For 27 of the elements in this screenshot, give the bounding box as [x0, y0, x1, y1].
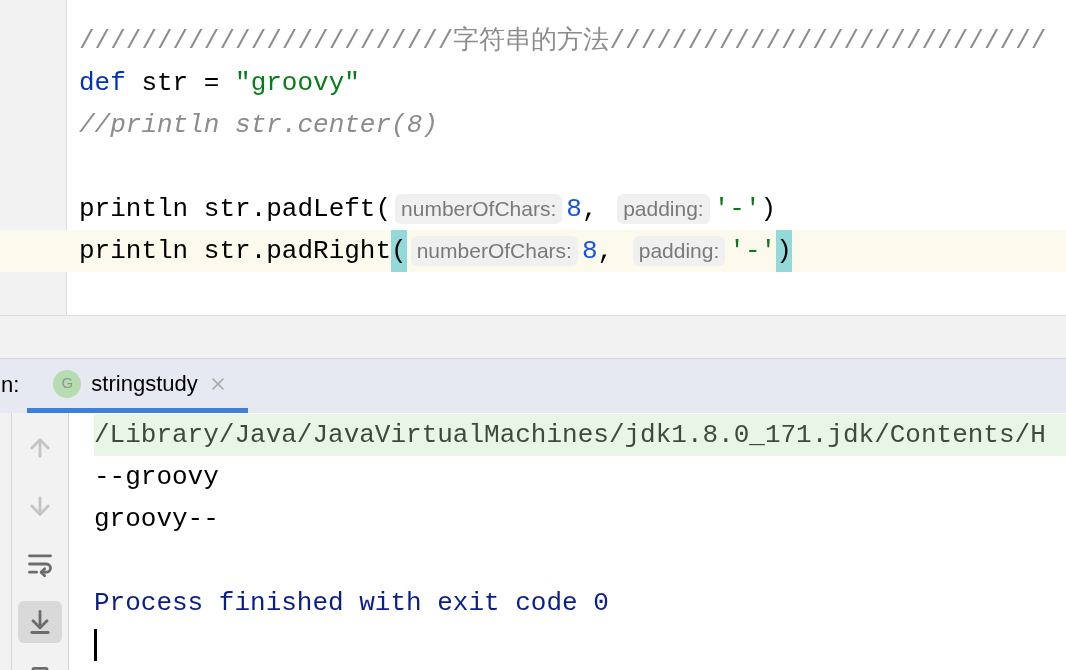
code-token: def [79, 67, 126, 100]
code-token: ) [760, 193, 777, 226]
parameter-hint: padding: [617, 194, 710, 224]
code-token: , [597, 235, 615, 268]
panel-label: n: [1, 371, 20, 399]
groovy-file-icon: G [53, 369, 82, 398]
code-token: "groovy" [235, 67, 360, 100]
code-token: 8 [566, 193, 582, 226]
code-comment: ////////////////////////字符串的方法//////////////////////////// [79, 25, 1047, 58]
console-line: groovy-- [94, 503, 219, 536]
parameter-hint: padding: [632, 236, 726, 266]
code-comment: //println str.center(8) [79, 109, 438, 142]
text-cursor [94, 629, 97, 661]
code-token: '-' [713, 193, 761, 226]
code-token: println str.padLeft( [79, 193, 392, 226]
parameter-hint: numberOfChars: [410, 236, 578, 266]
code-token: 8 [581, 235, 598, 268]
code-token: '-' [729, 235, 777, 268]
console-line: --groovy [94, 461, 219, 494]
console-line: Process finished with exit code 0 [94, 587, 609, 620]
code-token: println str.padRight [79, 235, 392, 268]
code-token: str = [140, 67, 221, 100]
code-token: , [581, 193, 599, 226]
bracket-highlight: ( [391, 230, 407, 272]
bracket-highlight: ) [776, 230, 792, 272]
parameter-hint: numberOfChars: [395, 194, 563, 224]
scroll-to-end-button[interactable] [18, 601, 62, 643]
